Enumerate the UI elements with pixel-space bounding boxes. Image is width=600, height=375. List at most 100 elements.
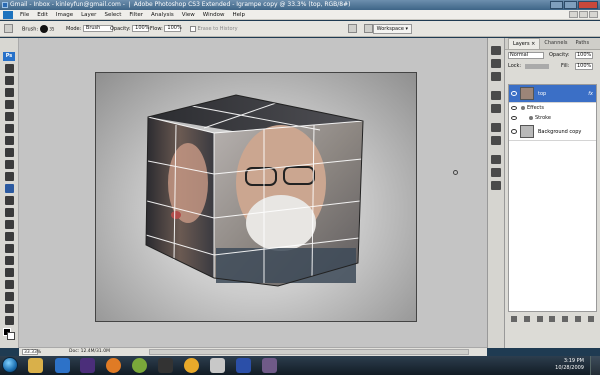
hand-tool-icon[interactable] [5, 304, 14, 313]
history-panel-icon[interactable] [491, 123, 501, 132]
menu-file[interactable]: File [16, 10, 33, 19]
actions-panel-icon[interactable] [491, 136, 501, 145]
chrome-taskbar-icon[interactable] [132, 358, 147, 373]
add-layer-style-icon[interactable] [524, 316, 531, 322]
photoshop-taskbar-icon[interactable] [55, 358, 70, 373]
slice-tool-icon[interactable] [5, 124, 14, 133]
layer-fx-badge[interactable]: fx [588, 85, 593, 103]
erase-to-history-checkbox[interactable] [190, 25, 196, 32]
type-tool-icon[interactable] [5, 244, 14, 253]
document-taskbar-icon[interactable] [210, 358, 225, 373]
clone-stamp-tool-icon[interactable] [5, 160, 14, 169]
workspace-button[interactable]: Workspace ▾ [372, 24, 412, 34]
window-controls [550, 1, 598, 9]
clone-source-panel-icon[interactable] [491, 181, 501, 190]
show-desktop-button[interactable] [590, 356, 600, 375]
background-color-swatch[interactable] [7, 332, 15, 340]
app2-taskbar-icon[interactable] [262, 358, 277, 373]
horizontal-scrollbar[interactable] [149, 349, 469, 355]
swatches-panel-icon[interactable] [491, 104, 501, 113]
layer-row-top[interactable]: top fx [509, 85, 596, 103]
document-canvas[interactable] [95, 72, 417, 322]
maximize-button[interactable] [564, 1, 577, 9]
menu-image[interactable]: Image [52, 10, 77, 19]
info-panel-icon[interactable] [491, 72, 501, 81]
eyedropper-tool-icon[interactable] [5, 292, 14, 301]
tool-presets-panel-icon[interactable] [491, 168, 501, 177]
highway-taskbar-icon[interactable] [236, 358, 251, 373]
menu-edit[interactable]: Edit [33, 10, 52, 19]
menu-analysis[interactable]: Analysis [147, 10, 178, 19]
after-effects-taskbar-icon[interactable] [80, 358, 95, 373]
flow-field[interactable]: 100% [164, 25, 182, 32]
stroke-effect-row[interactable]: Stroke [509, 113, 596, 123]
new-layer-icon[interactable] [574, 316, 581, 322]
doc-close-button[interactable] [589, 11, 598, 18]
menu-help[interactable]: Help [228, 10, 249, 19]
marquee-tool-icon[interactable] [5, 76, 14, 85]
effects-visibility-eye-icon[interactable] [511, 106, 517, 110]
minimize-button[interactable] [550, 1, 563, 9]
brushes-panel-icon[interactable] [491, 155, 501, 164]
shape-tool-icon[interactable] [5, 268, 14, 277]
blend-mode-select[interactable]: Normal [508, 52, 544, 59]
bridge-icon[interactable] [348, 24, 357, 33]
color-panel-icon[interactable] [491, 91, 501, 100]
path-selection-tool-icon[interactable] [5, 256, 14, 265]
history-brush-tool-icon[interactable] [5, 172, 14, 181]
app-taskbar-icon[interactable] [184, 358, 199, 373]
pen-tool-icon[interactable] [5, 232, 14, 241]
link-layers-icon[interactable] [511, 316, 518, 322]
brush-preview-icon[interactable] [39, 25, 48, 33]
move-tool-icon[interactable] [5, 64, 14, 73]
start-button[interactable] [2, 357, 18, 373]
zoom-tool-icon[interactable] [5, 316, 14, 325]
eraser-tool-preset-icon[interactable] [4, 24, 13, 33]
close-button[interactable] [578, 1, 598, 9]
brush-tool-icon[interactable] [5, 148, 14, 157]
menu-window[interactable]: Window [199, 10, 229, 19]
tab-paths[interactable]: Paths [571, 38, 593, 49]
doc-restore-button[interactable] [579, 11, 588, 18]
tab-layers[interactable]: Layers × [508, 38, 541, 49]
document-size[interactable]: Doc: 12.4M/31.0M [69, 348, 110, 356]
lock-icons[interactable] [525, 64, 549, 69]
crop-tool-icon[interactable] [5, 112, 14, 121]
menu-filter[interactable]: Filter [125, 10, 147, 19]
opacity-field[interactable]: 100% [132, 25, 149, 32]
delete-layer-icon[interactable] [587, 316, 594, 322]
clock-time[interactable]: 3:19 PM [505, 358, 584, 365]
clock-date[interactable]: 10/28/2009 [505, 365, 584, 372]
adjustment-layer-icon[interactable] [549, 316, 556, 322]
zoom-level-field[interactable]: 33.33% [22, 349, 41, 355]
canvas-workspace[interactable] [19, 38, 487, 348]
visibility-eye-icon[interactable] [511, 91, 517, 96]
lasso-tool-icon[interactable] [5, 88, 14, 97]
add-mask-icon[interactable] [536, 316, 543, 322]
tab-channels[interactable]: Channels [540, 38, 571, 49]
winamp-taskbar-icon[interactable] [158, 358, 173, 373]
dodge-tool-icon[interactable] [5, 220, 14, 229]
healing-brush-tool-icon[interactable] [5, 136, 14, 145]
layer-opacity-field[interactable]: 100% [575, 52, 593, 59]
firefox-taskbar-icon[interactable] [106, 358, 121, 373]
layer-row-background-copy[interactable]: Background copy [509, 123, 596, 141]
histogram-panel-icon[interactable] [491, 59, 501, 68]
fill-field[interactable]: 100% [575, 63, 593, 70]
stroke-visibility-eye-icon[interactable] [511, 116, 517, 120]
doc-minimize-button[interactable] [569, 11, 578, 18]
notes-tool-icon[interactable] [5, 280, 14, 289]
explorer-taskbar-icon[interactable] [28, 358, 43, 373]
menu-layer[interactable]: Layer [77, 10, 100, 19]
eraser-tool-icon[interactable] [5, 184, 14, 193]
mode-select[interactable]: Brush [82, 25, 113, 32]
effects-row[interactable]: Effects [509, 103, 596, 113]
new-group-icon[interactable] [562, 316, 569, 322]
visibility-eye-icon[interactable] [511, 129, 517, 134]
menu-select[interactable]: Select [100, 10, 125, 19]
blur-tool-icon[interactable] [5, 208, 14, 217]
navigator-panel-icon[interactable] [491, 46, 501, 55]
magic-wand-tool-icon[interactable] [5, 100, 14, 109]
gradient-tool-icon[interactable] [5, 196, 14, 205]
menu-view[interactable]: View [178, 10, 199, 19]
